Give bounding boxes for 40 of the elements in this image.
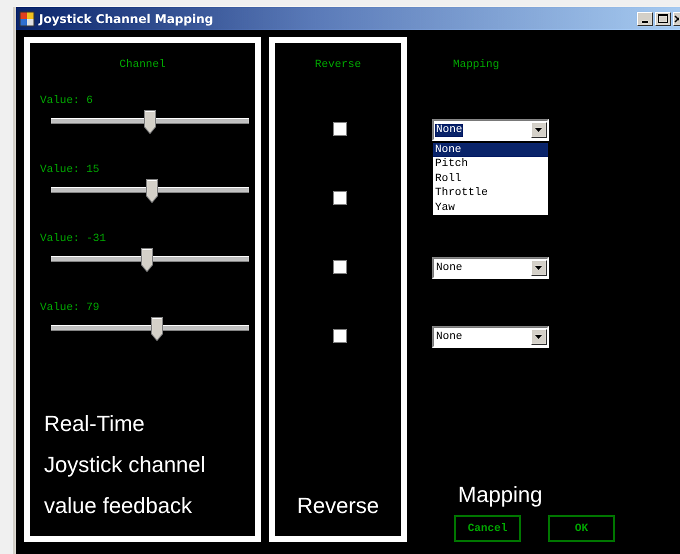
maximize-icon <box>658 14 668 23</box>
minimize-icon <box>642 20 648 22</box>
dropdown-field[interactable]: None <box>432 326 549 348</box>
value-label: Value: 6 <box>40 95 93 107</box>
dropdown-option[interactable]: Pitch <box>433 157 548 172</box>
annotation-text: Mapping <box>457 481 544 509</box>
slider[interactable] <box>51 179 249 205</box>
close-icon <box>674 14 679 22</box>
dropdown-option[interactable]: Yaw <box>433 200 548 216</box>
slider[interactable] <box>51 110 249 136</box>
value-label: Value: 79 <box>40 302 100 314</box>
slider-thumb[interactable] <box>144 110 156 134</box>
close-button[interactable] <box>673 12 680 26</box>
checkbox[interactable] <box>333 260 347 274</box>
slider-thumb[interactable] <box>141 248 154 272</box>
checkbox[interactable] <box>333 329 347 343</box>
slider[interactable] <box>51 248 249 274</box>
value-label: Value: -31 <box>40 233 106 245</box>
dropdown-field[interactable]: None <box>432 119 549 141</box>
app-icon <box>19 10 35 26</box>
column-header: Channel <box>119 58 166 73</box>
slider-thumb[interactable] <box>146 179 158 203</box>
checkbox[interactable] <box>333 191 347 205</box>
dialog-button[interactable]: Cancel <box>454 515 521 542</box>
slider[interactable] <box>51 317 249 343</box>
column-header: Mapping <box>452 58 500 73</box>
dialog-button[interactable]: OK <box>548 515 615 542</box>
checkbox[interactable] <box>333 122 347 136</box>
dropdown-field[interactable]: None <box>432 257 549 279</box>
annotation-text: Real-Time Joystick channel value feedback <box>43 410 206 520</box>
window-title: Joystick Channel Mapping <box>39 12 214 26</box>
annotation-text: Reverse <box>297 492 379 520</box>
column-header: Reverse <box>314 58 362 73</box>
dropdown-option[interactable]: Roll <box>433 172 548 186</box>
value-label: Value: 15 <box>40 164 100 176</box>
dropdown-option[interactable]: Throttle <box>433 186 548 201</box>
dropdown-option[interactable]: None <box>433 143 548 158</box>
minimize-button[interactable] <box>637 12 653 26</box>
slider-thumb[interactable] <box>150 317 163 341</box>
maximize-button[interactable] <box>655 12 671 26</box>
